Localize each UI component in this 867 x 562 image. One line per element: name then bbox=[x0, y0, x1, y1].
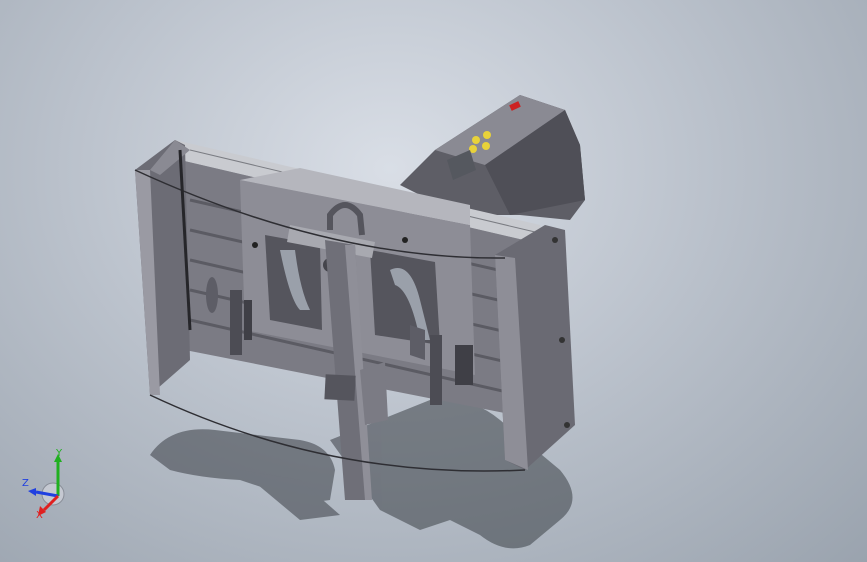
x-axis-label: X bbox=[36, 510, 43, 521]
right-end-block bbox=[495, 225, 575, 470]
y-axis-label: Y bbox=[55, 448, 63, 459]
graphics-viewport[interactable]: Y Z X bbox=[0, 0, 867, 562]
orientation-triad: Y Z X bbox=[22, 448, 65, 521]
key-button[interactable] bbox=[482, 142, 490, 150]
key-button[interactable] bbox=[483, 131, 491, 139]
z-axis-label: Z bbox=[22, 478, 29, 489]
key-button[interactable] bbox=[472, 136, 480, 144]
cad-model-scene[interactable] bbox=[0, 0, 867, 562]
